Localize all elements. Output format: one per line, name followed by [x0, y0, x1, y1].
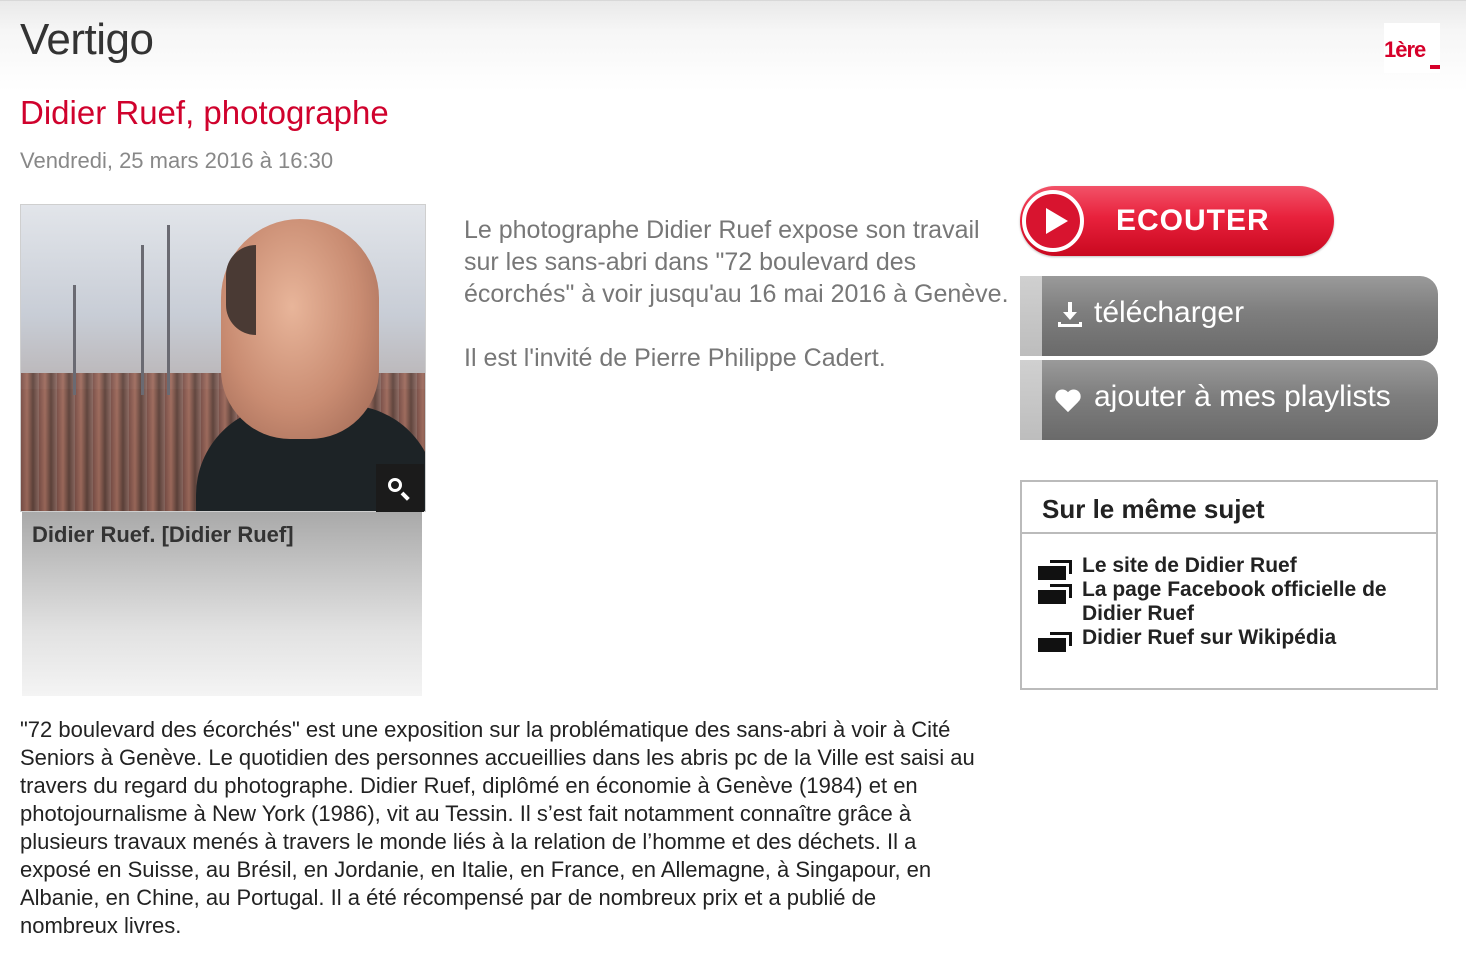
- photo-caption-box: Didier Ruef. [Didier Ruef]: [22, 512, 422, 696]
- related-link-wikipedia[interactable]: Didier Ruef sur Wikipédia: [1038, 626, 1418, 652]
- related-topics-title: Sur le même sujet: [1042, 494, 1265, 524]
- download-icon: [1058, 302, 1082, 328]
- magnifier-lens: [388, 478, 402, 492]
- related-link-facebook[interactable]: La page Facebook officielle de Didier Ru…: [1038, 578, 1418, 626]
- related-link-label: Didier Ruef sur Wikipédia: [1082, 626, 1337, 649]
- related-link-label: Le site de Didier Ruef: [1082, 554, 1297, 577]
- listen-label: ECOUTER: [1116, 204, 1270, 237]
- related-link-website[interactable]: Le site de Didier Ruef: [1038, 554, 1418, 580]
- heart-icon: [1056, 390, 1082, 414]
- related-topics-header: Sur le même sujet: [1022, 482, 1436, 534]
- logo-text: 1ère: [1384, 37, 1426, 62]
- person-hair: [226, 245, 256, 335]
- download-button[interactable]: télécharger: [1020, 276, 1438, 356]
- button-strip: [1020, 276, 1042, 356]
- listen-button[interactable]: ECOUTER: [1020, 186, 1334, 256]
- playlist-label: ajouter à mes playlists: [1094, 380, 1391, 413]
- external-link-icon: [1038, 584, 1074, 604]
- guest-photo[interactable]: [20, 204, 426, 512]
- play-icon: [1022, 190, 1084, 252]
- logo-accent: [1430, 65, 1440, 69]
- external-link-icon: [1038, 560, 1074, 580]
- show-title: Vertigo: [20, 15, 154, 64]
- broadcast-date: Vendredi, 25 mars 2016 à 16:30: [20, 148, 334, 173]
- article-body: "72 boulevard des écorchés" est une expo…: [20, 717, 975, 938]
- episode-title: Didier Ruef, photographe: [20, 94, 389, 131]
- summary-paragraph: Il est l'invité de Pierre Philippe Cader…: [464, 344, 886, 372]
- episode-summary: Le photographe Didier Ruef expose son tr…: [464, 214, 1014, 406]
- photo-pole: [167, 225, 170, 395]
- summary-paragraph: Le photographe Didier Ruef expose son tr…: [464, 216, 1009, 308]
- play-triangle: [1046, 208, 1068, 234]
- button-strip: [1020, 360, 1042, 440]
- external-link-icon: [1038, 632, 1074, 652]
- photo-caption: Didier Ruef. [Didier Ruef]: [32, 522, 294, 547]
- page-header: Vertigo 1ère: [0, 0, 1466, 91]
- station-logo[interactable]: 1ère: [1384, 23, 1440, 73]
- magnifier-icon[interactable]: [376, 464, 424, 512]
- photo-pole: [73, 285, 76, 395]
- photo-pole: [141, 245, 144, 395]
- related-links-list: Le site de Didier Ruef La page Facebook …: [1038, 554, 1418, 652]
- magnifier-handle: [400, 491, 410, 501]
- related-link-label: La page Facebook officielle de Didier Ru…: [1082, 578, 1387, 625]
- related-topics-box: Sur le même sujet Le site de Didier Ruef…: [1020, 480, 1438, 690]
- add-to-playlist-button[interactable]: ajouter à mes playlists: [1020, 360, 1438, 440]
- download-label: télécharger: [1094, 296, 1245, 329]
